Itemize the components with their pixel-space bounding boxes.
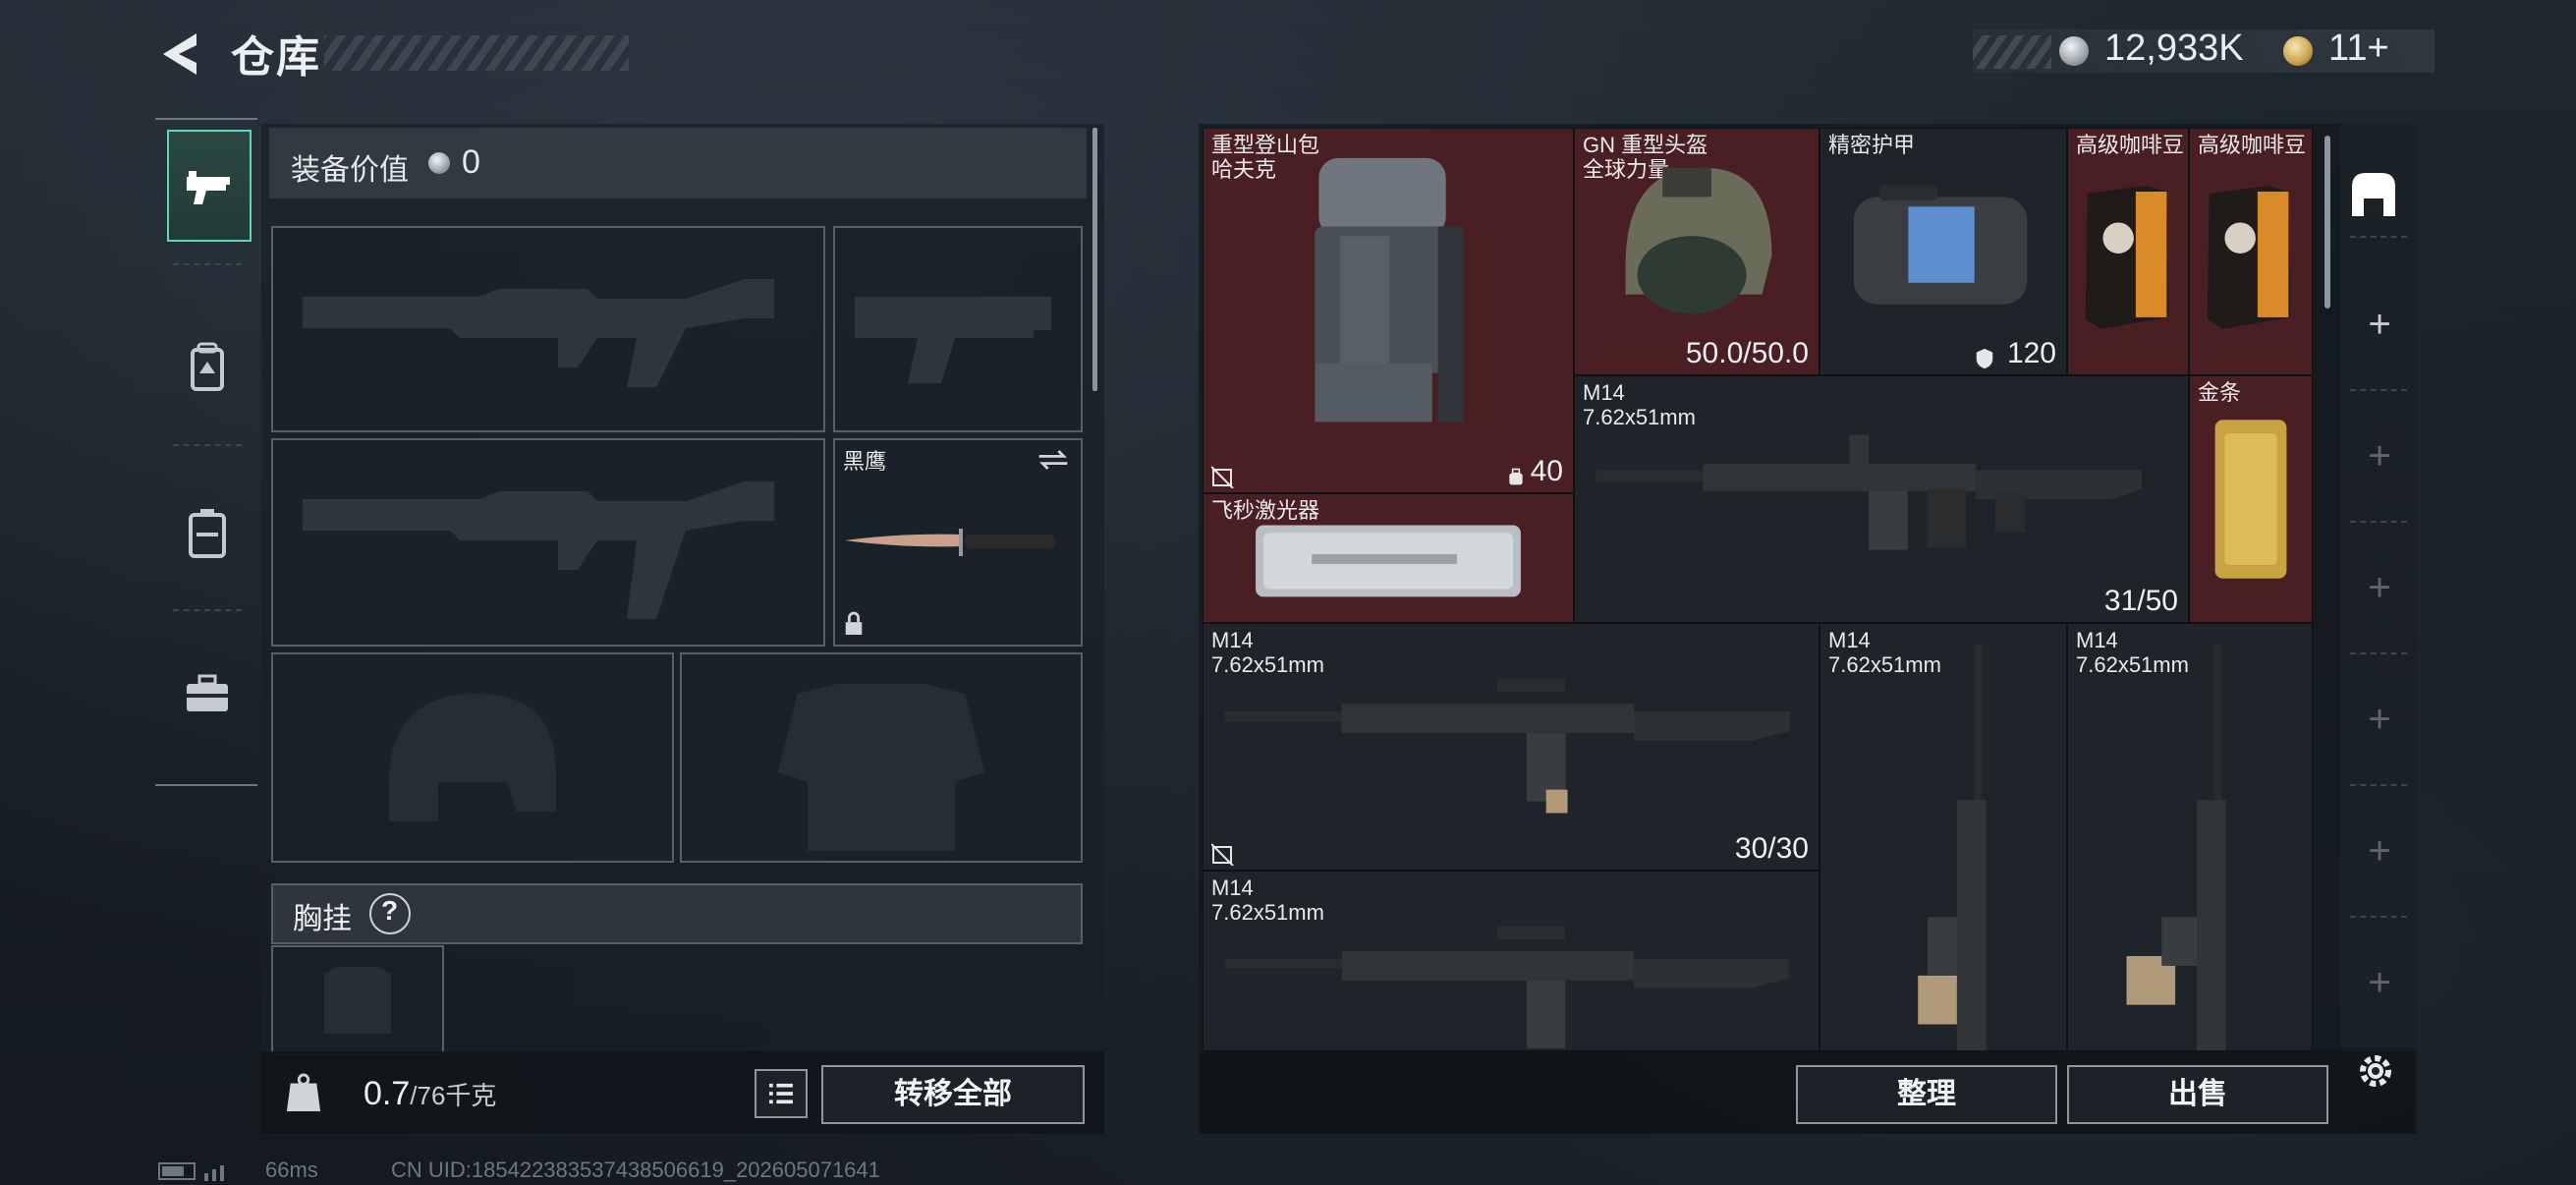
locked-page-slot: + <box>2368 829 2391 873</box>
gold-currency-value[interactable]: 11+ <box>2328 28 2389 70</box>
tab-weapons[interactable] <box>167 130 252 242</box>
backpack-image <box>1315 157 1464 423</box>
grid-item-m14-vertical-1[interactable]: M14 7.62x51mm <box>1820 623 2067 1051</box>
backpack-capacity-icon <box>1509 468 1523 485</box>
rifle-image <box>1596 434 2142 550</box>
pistol-icon <box>187 171 230 204</box>
toolbox-icon <box>187 674 228 711</box>
laser-case-image <box>1256 525 1521 597</box>
grid-item-armor[interactable]: 精密护甲 120 <box>1820 128 2067 375</box>
sell-button[interactable]: 出售 <box>2067 1065 2328 1124</box>
loadout-scrollbar[interactable] <box>1092 128 1097 391</box>
rifle-silhouette-icon <box>303 481 774 619</box>
backpack-icon <box>191 342 224 391</box>
help-glyph: ? <box>381 895 399 926</box>
item-ammo: 30/30 <box>1734 832 1809 865</box>
grid-item-femto-laser[interactable]: 飞秒激光器 <box>1203 493 1574 623</box>
item-durability: 50.0/50.0 <box>1685 337 1809 369</box>
helmet-slot[interactable] <box>271 652 674 863</box>
coffee-bag-image <box>2085 186 2169 329</box>
back-arrow-icon <box>163 33 196 75</box>
settings-gear-icon[interactable] <box>2352 1047 2399 1095</box>
locked-page-slot: + <box>2368 434 2391 478</box>
item-ammo: 31/50 <box>2103 585 2178 617</box>
armor-slot[interactable] <box>680 652 1083 863</box>
grid-item-coffee-2[interactable]: 高级咖啡豆 <box>2189 128 2313 375</box>
list-view-button[interactable] <box>755 1069 808 1118</box>
grid-item-coffee-1[interactable]: 高级咖啡豆 <box>2067 128 2189 375</box>
weight-readout: 0.7/76千克 <box>364 1075 496 1113</box>
uid-readout: CN UID:18542238353743850​6619_2026050716… <box>391 1157 880 1182</box>
stash-scrollbar[interactable] <box>2324 136 2330 309</box>
grid-item-m14-b[interactable]: M14 7.62x51mm 30/30 <box>1203 623 1820 871</box>
ping-readout: 66ms <box>265 1157 318 1182</box>
item-armor-value: 120 <box>2006 337 2056 369</box>
grid-item-m14-a[interactable]: M14 7.62x51mm 31/50 <box>1574 375 2189 623</box>
vest-silhouette-icon <box>778 684 984 851</box>
helmet-silhouette-icon <box>389 694 556 821</box>
chest-rig-slot[interactable] <box>271 945 444 1055</box>
tab-backpack-gear[interactable] <box>167 314 248 423</box>
coffee-bag-image <box>2207 186 2291 329</box>
no-insure-icon <box>1211 466 1234 488</box>
sort-button[interactable]: 整理 <box>1796 1065 2057 1124</box>
transfer-all-button[interactable]: 转移全部 <box>821 1065 1085 1124</box>
weight-value: 0.7 <box>364 1075 411 1112</box>
page-title: 仓库 <box>231 33 321 82</box>
grid-item-helmet[interactable]: GN 重型头盔 全球力量 50.0/50.0 <box>1574 128 1820 375</box>
weight-max: /76千克 <box>410 1081 497 1110</box>
knife-image <box>845 529 1055 556</box>
case-icon <box>189 509 226 558</box>
grid-item-m14-c[interactable]: M14 7.62x51mm <box>1203 871 1820 1051</box>
rifle-image <box>1224 678 1790 814</box>
pistol-silhouette-icon <box>855 297 1051 383</box>
primary-weapon-slot-2[interactable] <box>271 438 825 647</box>
gold-bar-image <box>2214 420 2287 579</box>
gold-coin-icon <box>2283 36 2313 66</box>
equipment-value-label: 装备价值 <box>291 154 409 187</box>
equipment-value: 0 <box>462 143 480 181</box>
sidearm-slot[interactable] <box>833 226 1083 432</box>
battery-signal-icon <box>158 1162 224 1181</box>
title-decoration <box>324 35 629 71</box>
weight-icon <box>286 1073 321 1111</box>
stash-home-icon[interactable] <box>2344 165 2403 224</box>
no-insure-icon <box>1211 843 1234 866</box>
chest-rig-header[interactable]: 胸挂 ? <box>271 883 1083 944</box>
melee-slot[interactable]: 黑鹰 <box>833 438 1083 647</box>
armor-shield-icon <box>1976 348 1993 369</box>
rifle-vertical-image <box>2126 644 2226 1050</box>
grid-item-m14-vertical-2[interactable]: M14 7.62x51mm <box>2067 623 2313 1051</box>
lock-icon <box>845 611 863 635</box>
rifle-image <box>1225 926 1789 1049</box>
primary-weapon-slot-1[interactable] <box>271 226 825 432</box>
rifle-vertical-image <box>1918 644 1987 1050</box>
locked-page-slot: + <box>2368 961 2391 1004</box>
silver-coin-icon <box>428 152 450 174</box>
silver-currency-value: 12,933K <box>2104 28 2244 69</box>
locked-page-slot: + <box>2368 698 2391 741</box>
rifle-silhouette-icon <box>303 279 774 387</box>
chest-rig-silhouette-icon <box>324 967 391 1034</box>
list-icon <box>769 1083 793 1104</box>
currency-decoration <box>1973 35 2051 69</box>
silver-coin-icon <box>2059 36 2089 66</box>
tab-medkit[interactable] <box>167 641 248 749</box>
item-value: 40 <box>1530 455 1563 487</box>
back-button[interactable] <box>157 29 202 79</box>
tab-container[interactable] <box>167 480 248 588</box>
grid-item-backpack[interactable]: 重型登山包 哈夫克 40 <box>1203 128 1574 493</box>
locked-page-slot: + <box>2368 566 2391 609</box>
grid-item-gold-bar[interactable]: 金条 <box>2189 375 2313 623</box>
add-stash-page-button[interactable]: + <box>2362 305 2397 344</box>
chest-rig-label: 胸挂 <box>293 903 352 935</box>
